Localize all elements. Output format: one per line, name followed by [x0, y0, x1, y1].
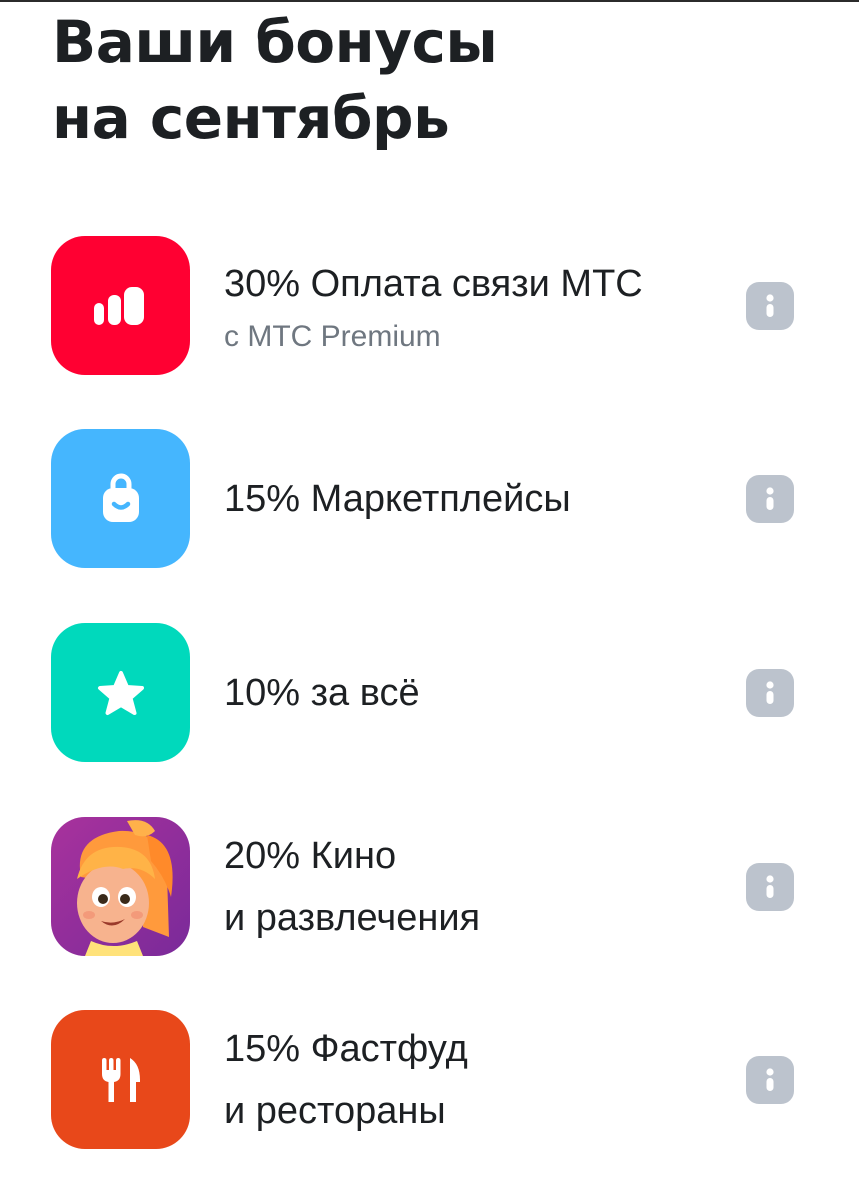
bonus-title-line-2: и развлечения — [224, 896, 481, 939]
page-title-line-1: Ваши бонусы — [52, 8, 498, 76]
bonus-item-movies[interactable]: 20% Кино и развлечения — [0, 817, 859, 957]
top-divider — [0, 0, 859, 2]
bonus-text: 30% Оплата связи МТС с МТС Premium — [224, 236, 739, 375]
bonus-item-fastfood[interactable]: 15% Фастфуд и рестораны — [0, 1010, 859, 1150]
info-icon — [766, 875, 774, 898]
bonus-subtitle: с МТС Premium — [224, 319, 441, 353]
page-title: Ваши бонусы на сентябрь — [52, 4, 812, 156]
bonus-title: 30% Оплата связи МТС — [224, 262, 643, 305]
bonus-item-marketplaces[interactable]: 15% Маркетплейсы — [0, 429, 859, 569]
bonus-item-everything[interactable]: 10% за всё — [0, 623, 859, 763]
bonus-title: 20% Кино — [224, 834, 397, 877]
info-button[interactable] — [746, 669, 794, 717]
star-icon — [51, 623, 190, 762]
bonus-title: 10% за всё — [224, 671, 420, 714]
bonus-text: 20% Кино и развлечения — [224, 817, 739, 956]
info-button[interactable] — [746, 863, 794, 911]
bonus-title: 15% Маркетплейсы — [224, 477, 571, 520]
info-icon — [766, 487, 774, 510]
bonus-text: 15% Фастфуд и рестораны — [224, 1010, 739, 1149]
bonus-title: 15% Фастфуд — [224, 1027, 468, 1070]
bonus-text: 10% за всё — [224, 623, 739, 762]
fork-knife-icon — [51, 1010, 190, 1149]
info-icon — [766, 294, 774, 317]
cartoon-character-icon — [51, 817, 190, 956]
signal-bars-icon — [51, 236, 190, 375]
info-icon — [766, 681, 774, 704]
info-button[interactable] — [746, 475, 794, 523]
bonus-title-line-2: и рестораны — [224, 1089, 446, 1132]
bonus-text: 15% Маркетплейсы — [224, 429, 739, 568]
info-button[interactable] — [746, 1056, 794, 1104]
info-button[interactable] — [746, 282, 794, 330]
bonus-item-mts-payment[interactable]: 30% Оплата связи МТС с МТС Premium — [0, 236, 859, 376]
page-title-line-2: на сентябрь — [52, 84, 450, 152]
info-icon — [766, 1068, 774, 1091]
shopping-bag-icon — [51, 429, 190, 568]
